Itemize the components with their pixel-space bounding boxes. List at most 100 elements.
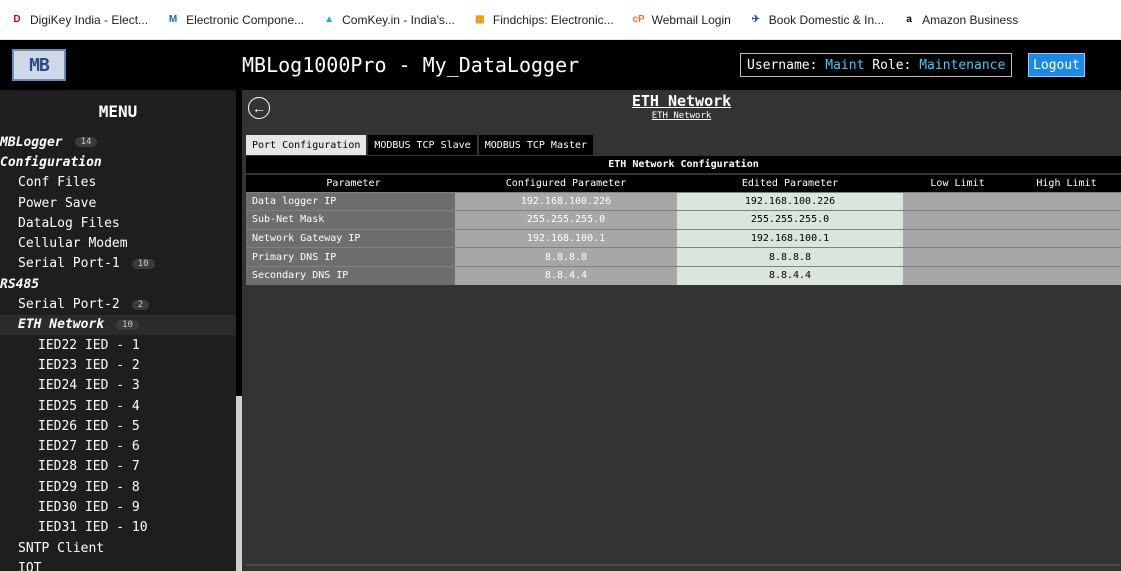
cell-configured: 8.8.4.4 <box>455 265 677 285</box>
sidebar-item-label: IED29 IED - 8 <box>38 479 140 495</box>
bookmark-item[interactable]: M Electronic Compone... <box>166 13 304 27</box>
comkey-icon: ▲ <box>324 14 335 25</box>
username-label: Username: <box>747 57 818 73</box>
count-badge: 2 <box>131 299 150 310</box>
amazon-icon: a <box>906 14 912 25</box>
tab[interactable]: Port Configuration <box>246 135 367 155</box>
bookmark-item[interactable]: cP Webmail Login <box>632 13 731 27</box>
sidebar-item[interactable]: ETH Network 10 <box>0 314 236 335</box>
cell-configured: 192.168.100.226 <box>455 191 677 211</box>
logo: MB <box>12 49 66 81</box>
cell-edited[interactable]: 8.8.4.4 <box>677 265 903 285</box>
bookmark-item[interactable]: ▦ Findchips: Electronic... <box>473 12 614 27</box>
sidebar-item[interactable]: IED24 IED - 3 <box>0 376 236 396</box>
sidebar-item-label: RS485 <box>0 276 40 292</box>
logout-button[interactable]: Logout <box>1028 53 1085 77</box>
bookmark-label: Webmail Login <box>651 12 731 27</box>
sidebar-item[interactable]: Serial Port-2 2 <box>0 294 236 314</box>
cell-edited[interactable]: 192.168.100.226 <box>677 191 903 211</box>
count-badge: 14 <box>74 137 98 148</box>
page-subtitle[interactable]: ETH Network <box>242 111 1121 121</box>
sidebar-item[interactable]: Power Save <box>0 193 236 213</box>
sidebar-item[interactable]: IED26 IED - 5 <box>0 416 236 436</box>
bookmark-item[interactable]: ✈ Book Domestic & In... <box>749 12 885 27</box>
cell-low-limit[interactable] <box>903 265 1012 285</box>
bookmark-item[interactable]: D DigiKey India - Elect... <box>10 13 148 27</box>
page-title[interactable]: ETH Network <box>242 92 1121 110</box>
sidebar-item[interactable]: IOT <box>0 558 236 571</box>
role-value: Maintenance <box>919 57 1006 73</box>
count-badge: 10 <box>131 258 155 269</box>
sidebar-item[interactable]: IED27 IED - 6 <box>0 436 236 456</box>
cell-edited[interactable]: 192.168.100.1 <box>677 228 903 248</box>
sidebar-item-label: IED23 IED - 2 <box>38 357 140 373</box>
sidebar-item[interactable]: IED22 IED - 1 <box>0 335 236 355</box>
cell-configured: 255.255.255.0 <box>455 210 677 230</box>
sidebar-item[interactable]: DataLog Files <box>0 213 236 233</box>
table-body: Data logger IP 192.168.100.226 192.168.100… <box>246 191 1121 285</box>
sidebar-item-label: Configuration <box>0 154 102 170</box>
cell-high-limit[interactable] <box>1012 191 1121 211</box>
cell-edited[interactable]: 255.255.255.0 <box>677 210 903 230</box>
cell-parameter: Network Gateway IP <box>246 228 455 248</box>
table-row: Data logger IP 192.168.100.226 192.168.100… <box>246 191 1121 211</box>
sidebar-menu: MENU MBLogger 14 Configuration Conf Files Po… <box>0 90 236 571</box>
sidebar-item-label: ETH Network <box>18 317 105 333</box>
cell-parameter: Secondary DNS IP <box>246 265 455 285</box>
sidebar-item[interactable]: Configuration <box>0 152 236 172</box>
sidebar-item-label: Conf Files <box>18 175 97 191</box>
sidebar-item-label: IED31 IED - 10 <box>38 520 148 536</box>
sidebar-item[interactable]: IED30 IED - 9 <box>0 497 236 517</box>
sidebar-item-label: IED26 IED - 5 <box>38 418 140 434</box>
sidebar-item-label: Cellular Modem <box>18 236 128 252</box>
mouser-icon: M <box>168 14 178 25</box>
logo-text: MB <box>29 54 50 76</box>
bookmark-item[interactable]: ▲ ComKey.in - India's... <box>322 13 455 27</box>
sidebar-item[interactable]: Conf Files <box>0 173 236 193</box>
cell-high-limit[interactable] <box>1012 265 1121 285</box>
bookmark-item[interactable]: a Amazon Business <box>902 13 1018 27</box>
count-badge: 10 <box>116 319 139 330</box>
cell-low-limit[interactable] <box>903 247 1012 267</box>
digikey-icon: D <box>13 14 21 25</box>
sidebar-list: MBLogger 14 Configuration Conf Files Power S… <box>0 132 236 571</box>
sidebar-item-label: Serial Port-1 <box>18 256 120 272</box>
sidebar-item[interactable]: IED31 IED - 10 <box>0 518 236 538</box>
bookmarks-bar: D DigiKey India - Elect... M Electronic Com… <box>0 0 1121 40</box>
tab[interactable]: MODBUS TCP Master <box>478 135 594 155</box>
cell-low-limit[interactable] <box>903 210 1012 230</box>
sidebar-item[interactable]: SNTP Client <box>0 538 236 558</box>
cell-parameter: Primary DNS IP <box>246 247 455 267</box>
table-row: Primary DNS IP 8.8.8.8 8.8.8.8 <box>246 247 1121 267</box>
cell-high-limit[interactable] <box>1012 228 1121 248</box>
sidebar-item[interactable]: IED29 IED - 8 <box>0 477 236 497</box>
back-arrow-icon[interactable]: ← <box>248 97 270 119</box>
sidebar-item-label: Power Save <box>18 195 97 211</box>
app-header: MB MBLog1000Pro - My_DataLogger Username… <box>0 40 1121 90</box>
tab[interactable]: MODBUS TCP Slave <box>368 135 477 155</box>
sidebar-item-label: IED24 IED - 3 <box>38 378 140 394</box>
bookmark-label: DigiKey India - Elect... <box>30 12 149 27</box>
cell-low-limit[interactable] <box>903 228 1012 248</box>
bookmark-label: Findchips: Electronic... <box>492 12 614 27</box>
bookmark-label: Book Domestic & In... <box>768 12 885 27</box>
user-info: Username: Maint Role: Maintenance <box>740 53 1013 77</box>
table-row: Network Gateway IP 192.168.100.1 192.168.1… <box>246 228 1121 248</box>
sidebar-item[interactable]: IED23 IED - 2 <box>0 355 236 375</box>
sidebar-item[interactable]: Serial Port-1 10 <box>0 254 236 274</box>
cell-high-limit[interactable] <box>1012 210 1121 230</box>
cell-high-limit[interactable] <box>1012 247 1121 267</box>
cell-configured: 192.168.100.1 <box>455 228 677 248</box>
menu-title: MENU <box>98 101 138 121</box>
bookmark-label: ComKey.in - India's... <box>342 12 455 27</box>
cell-low-limit[interactable] <box>903 191 1012 211</box>
sidebar-item-label: IED22 IED - 1 <box>38 337 140 353</box>
sidebar-item[interactable]: MBLogger 14 <box>0 132 236 152</box>
sidebar-item[interactable]: RS485 <box>0 274 236 294</box>
sidebar-item-label: IED28 IED - 7 <box>38 459 140 475</box>
cell-edited[interactable]: 8.8.8.8 <box>677 247 903 267</box>
sidebar-item-label: IED27 IED - 6 <box>38 439 140 455</box>
sidebar-item[interactable]: IED25 IED - 4 <box>0 396 236 416</box>
sidebar-item[interactable]: IED28 IED - 7 <box>0 457 236 477</box>
sidebar-item[interactable]: Cellular Modem <box>0 233 236 253</box>
